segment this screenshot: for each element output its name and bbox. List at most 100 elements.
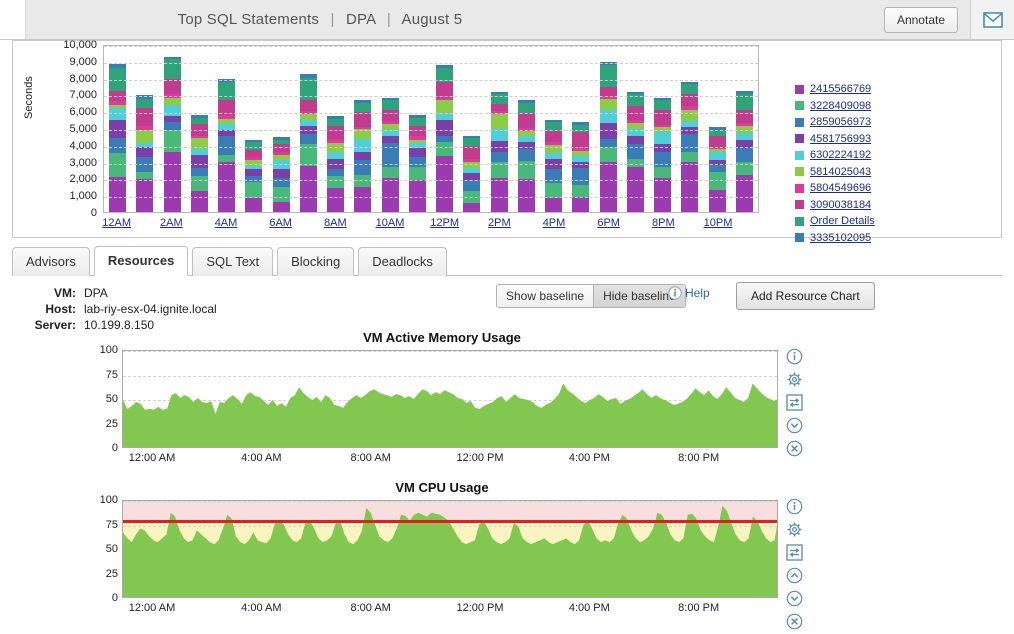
close-circle-icon[interactable]	[786, 440, 803, 457]
bar-segment[interactable]	[463, 138, 481, 146]
legend-item[interactable]: 5804549696	[795, 180, 985, 197]
show-baseline-button[interactable]: Show baseline	[497, 285, 594, 307]
bar-segment[interactable]	[136, 129, 154, 144]
legend-item[interactable]: 4581756993	[795, 131, 985, 148]
bar-chart-x-tick[interactable]: 6PM	[597, 217, 620, 229]
legend-item[interactable]: 3228409098	[795, 98, 985, 115]
tab-blocking[interactable]: Blocking	[277, 247, 355, 276]
legend-item[interactable]: 3090038184	[795, 197, 985, 214]
bar-segment[interactable]	[327, 169, 345, 176]
bar-chart-x-tick[interactable]: 8AM	[324, 217, 347, 229]
bar-chart-column[interactable]	[486, 46, 513, 212]
legend-item[interactable]: 2415566769	[795, 81, 985, 98]
bar-segment[interactable]	[572, 185, 590, 197]
bar-segment[interactable]	[599, 162, 617, 212]
bar-segment[interactable]	[109, 119, 127, 139]
stacked-bar[interactable]	[218, 79, 236, 212]
bar-segment[interactable]	[381, 166, 399, 178]
bar-segment[interactable]	[735, 148, 753, 162]
bar-chart-column[interactable]	[213, 46, 240, 212]
bar-segment[interactable]	[654, 100, 672, 110]
bar-segment[interactable]	[354, 151, 372, 160]
stacked-bar[interactable]	[109, 64, 127, 212]
bar-chart-column[interactable]	[431, 46, 458, 212]
bar-segment[interactable]	[190, 167, 208, 176]
bar-chart-column[interactable]	[731, 46, 758, 212]
bar-segment[interactable]	[463, 173, 481, 181]
bar-segment[interactable]	[327, 118, 345, 126]
bar-segment[interactable]	[517, 135, 535, 143]
bar-segment[interactable]	[681, 152, 699, 163]
bar-chart-column[interactable]	[240, 46, 267, 212]
bar-segment[interactable]	[545, 182, 563, 198]
close-circle-icon[interactable]	[786, 613, 803, 630]
bar-segment[interactable]	[654, 152, 672, 168]
bar-segment[interactable]	[436, 100, 454, 113]
bar-segment[interactable]	[354, 112, 372, 128]
stacked-bar[interactable]	[599, 61, 617, 212]
bar-chart-column[interactable]	[458, 46, 485, 212]
stacked-bar[interactable]	[708, 127, 726, 212]
bar-chart-column[interactable]	[649, 46, 676, 212]
bar-segment[interactable]	[327, 187, 345, 212]
bar-segment[interactable]	[136, 171, 154, 180]
bar-segment[interactable]	[245, 181, 263, 198]
bar-chart-column[interactable]	[131, 46, 158, 212]
bar-segment[interactable]	[136, 179, 154, 212]
bar-segment[interactable]	[354, 102, 372, 113]
stacked-bar[interactable]	[654, 97, 672, 212]
bar-chart-column[interactable]	[540, 46, 567, 212]
bar-chart-column[interactable]	[377, 46, 404, 212]
bar-segment[interactable]	[545, 130, 563, 143]
bar-segment[interactable]	[190, 154, 208, 168]
bar-chart-column[interactable]	[295, 46, 322, 212]
bar-chart-column[interactable]	[186, 46, 213, 212]
bar-chart-column[interactable]	[513, 46, 540, 212]
bar-segment[interactable]	[708, 152, 726, 160]
bar-segment[interactable]	[654, 132, 672, 144]
bar-segment[interactable]	[408, 156, 426, 167]
bar-segment[interactable]	[517, 102, 535, 113]
bar-segment[interactable]	[681, 84, 699, 95]
bar-chart-x-tick[interactable]: 12AM	[102, 217, 131, 229]
bar-segment[interactable]	[517, 149, 535, 161]
bar-chart-column[interactable]	[349, 46, 376, 212]
bar-segment[interactable]	[245, 149, 263, 157]
chevron-down-circle-icon[interactable]	[786, 590, 803, 607]
tab-advisors[interactable]: Advisors	[12, 247, 90, 276]
bar-segment[interactable]	[517, 179, 535, 212]
bar-segment[interactable]	[735, 133, 753, 140]
envelope-icon[interactable]	[970, 0, 1014, 39]
gear-icon[interactable]	[786, 521, 803, 538]
bar-segment[interactable]	[408, 126, 426, 137]
bar-chart-x-tick[interactable]: 2AM	[160, 217, 183, 229]
bar-segment[interactable]	[626, 166, 644, 212]
bar-segment[interactable]	[381, 99, 399, 110]
bar-chart-x-tick[interactable]: 2PM	[488, 217, 511, 229]
stacked-bar[interactable]	[245, 139, 263, 212]
bar-segment[interactable]	[354, 186, 372, 212]
bar-segment[interactable]	[572, 168, 590, 186]
bar-chart-x-tick[interactable]: 4PM	[543, 217, 566, 229]
annotate-button[interactable]: Annotate	[883, 6, 958, 33]
bar-segment[interactable]	[299, 165, 317, 212]
bar-segment[interactable]	[681, 109, 699, 122]
legend-item-label[interactable]: 3228409098	[810, 100, 871, 112]
bar-chart-column[interactable]	[622, 46, 649, 212]
bar-segment[interactable]	[218, 162, 236, 212]
bar-segment[interactable]	[572, 196, 590, 212]
legend-item-label[interactable]: 3090038184	[810, 199, 871, 211]
bar-segment[interactable]	[599, 99, 617, 110]
stacked-bar[interactable]	[381, 97, 399, 212]
bar-segment[interactable]	[708, 190, 726, 212]
bar-segment[interactable]	[599, 65, 617, 87]
stacked-bar[interactable]	[735, 91, 753, 212]
stacked-bar[interactable]	[517, 100, 535, 212]
bar-segment[interactable]	[599, 109, 617, 123]
bar-segment[interactable]	[109, 176, 127, 212]
bar-segment[interactable]	[163, 129, 181, 152]
tab-deadlocks[interactable]: Deadlocks	[358, 247, 447, 276]
bar-segment[interactable]	[354, 138, 372, 152]
bar-segment[interactable]	[436, 120, 454, 136]
bar-segment[interactable]	[136, 147, 154, 158]
